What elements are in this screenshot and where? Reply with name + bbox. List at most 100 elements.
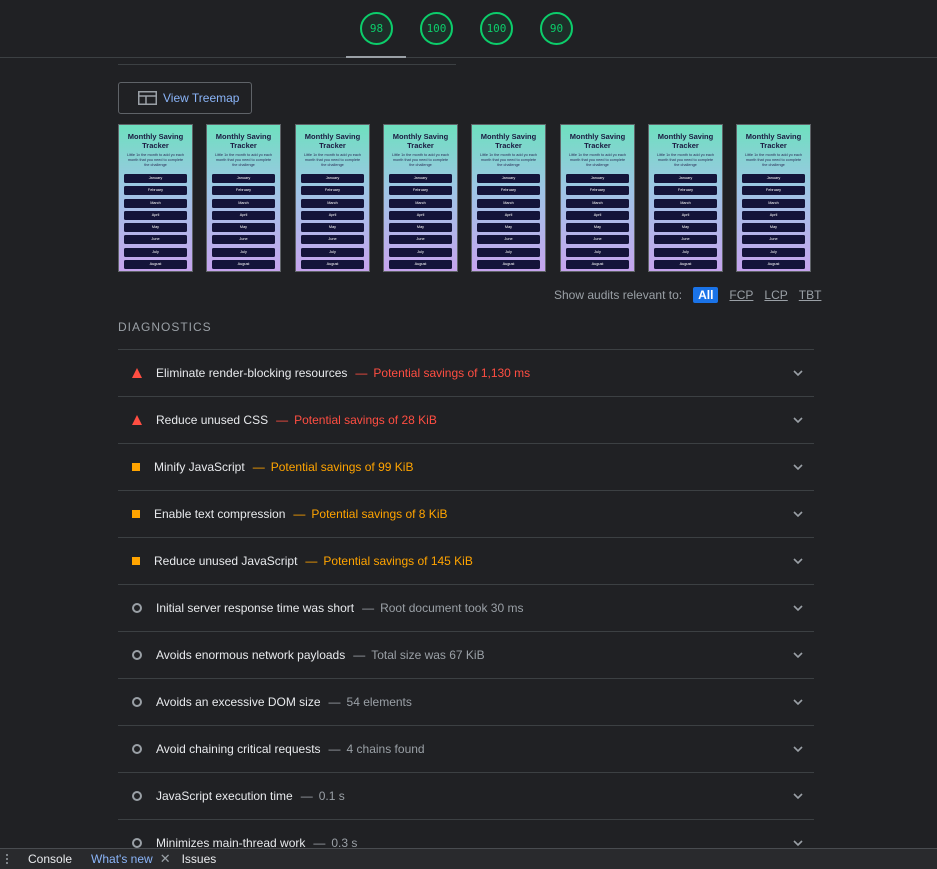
filmstrip-frame: Monthly Saving Tracker Little 1x the mont…: [206, 124, 281, 272]
audit-filter: Show audits relevant to: All FCP LCP TBT: [554, 287, 821, 303]
frame-title: Monthly Saving Tracker: [569, 132, 626, 150]
frame-month-button: May: [742, 223, 805, 233]
frame-month-button: January: [477, 174, 540, 183]
score-value: 100: [426, 22, 447, 35]
chevron-down-icon[interactable]: [792, 696, 804, 708]
audit-title: Initial server response time was short: [156, 601, 355, 615]
filmstrip-frame: Monthly Saving Tracker Little 1x the mont…: [118, 124, 193, 272]
audit-row[interactable]: Avoids an excessive DOM size — 54 elements: [118, 678, 814, 725]
audit-row[interactable]: Initial server response time was short — R…: [118, 584, 814, 631]
frame-month-list: January February March April May June July Augu…: [207, 174, 280, 270]
filter-chip-fcp[interactable]: FCP: [729, 287, 753, 303]
chevron-down-icon[interactable]: [792, 743, 804, 755]
frame-month-button: February: [212, 186, 275, 196]
audit-detail: Potential savings of 8 KiB: [311, 507, 448, 521]
divider: [118, 64, 456, 65]
audit-detail: Total size was 67 KiB: [371, 648, 485, 662]
frame-month-button: August: [212, 260, 275, 270]
frame-month-button: July: [212, 247, 275, 257]
frame-month-button: June: [212, 235, 275, 245]
audit-row[interactable]: Reduce unused JavaScript — Potential savin…: [118, 537, 814, 584]
frame-description: Little 1x the month to add yo each month…: [569, 153, 626, 167]
score-gauge-best-practices[interactable]: 100: [480, 12, 513, 45]
frame-description: Little 1x the month to add yo each month…: [304, 153, 361, 167]
frame-month-list: January February March April May June July Augu…: [384, 174, 457, 270]
chevron-down-icon[interactable]: [792, 602, 804, 614]
filmstrip-frame: Monthly Saving Tracker Little 1x the mont…: [736, 124, 811, 272]
filter-chip-all[interactable]: All: [693, 287, 719, 303]
tab-whats-new[interactable]: What's new: [91, 852, 153, 866]
frame-month-button: February: [654, 186, 717, 196]
audit-row[interactable]: Enable text compression — Potential saving…: [118, 490, 814, 537]
info-circle-icon: [118, 632, 156, 679]
frame-month-button: May: [124, 223, 187, 233]
audit-list: Eliminate render-blocking resources — Pote…: [118, 349, 814, 866]
average-square-icon: [118, 444, 154, 491]
frame-month-list: January February March April May June July Augu…: [472, 174, 545, 270]
audit-title: Avoids an excessive DOM size: [156, 695, 321, 709]
audit-row[interactable]: Minify JavaScript — Potential savings of 9…: [118, 443, 814, 490]
audit-separator: —: [276, 413, 289, 427]
audit-title: Minify JavaScript: [154, 460, 245, 474]
frame-month-button: May: [654, 223, 717, 233]
audit-row[interactable]: Reduce unused CSS — Potential savings of 2…: [118, 396, 814, 443]
frame-month-button: April: [301, 210, 364, 220]
audit-row[interactable]: Eliminate render-blocking resources — Pote…: [118, 349, 814, 396]
filter-label: Show audits relevant to:: [554, 288, 683, 302]
filter-chip-lcp[interactable]: LCP: [764, 287, 787, 303]
chevron-down-icon[interactable]: [792, 461, 804, 473]
chevron-down-icon[interactable]: [792, 555, 804, 567]
frame-month-button: February: [301, 186, 364, 196]
frame-month-button: May: [212, 223, 275, 233]
view-treemap-label: View Treemap: [163, 91, 240, 105]
score-value: 98: [369, 22, 384, 35]
frame-title: Monthly Saving Tracker: [127, 132, 184, 150]
frame-month-button: April: [389, 210, 452, 220]
chevron-down-icon[interactable]: [792, 790, 804, 802]
filmstrip-frame: Monthly Saving Tracker Little 1x the mont…: [560, 124, 635, 272]
chevron-down-icon[interactable]: [792, 414, 804, 426]
view-treemap-button[interactable]: View Treemap: [118, 82, 252, 114]
tab-console[interactable]: Console: [28, 852, 72, 866]
audit-row[interactable]: Avoid chaining critical requests — 4 chain…: [118, 725, 814, 772]
frame-title: Monthly Saving Tracker: [480, 132, 537, 150]
audit-title: JavaScript execution time: [156, 789, 293, 803]
audit-separator: —: [293, 507, 306, 521]
chevron-down-icon[interactable]: [792, 649, 804, 661]
audit-row[interactable]: Avoids enormous network payloads — Total s…: [118, 631, 814, 678]
frame-month-button: February: [389, 186, 452, 196]
more-options-icon[interactable]: [0, 853, 14, 865]
chevron-down-icon[interactable]: [792, 367, 804, 379]
frame-description: Little 1x the month to add yo each month…: [745, 153, 802, 167]
tab-issues[interactable]: Issues: [182, 852, 217, 866]
audit-row[interactable]: JavaScript execution time — 0.1 s: [118, 772, 814, 819]
audit-detail: 54 elements: [346, 695, 412, 709]
frame-month-button: June: [654, 235, 717, 245]
frame-month-list: January February March April May June July Augu…: [561, 174, 634, 270]
score-gauge-seo[interactable]: 90: [540, 12, 573, 45]
score-value: 100: [486, 22, 507, 35]
score-gauge-performance[interactable]: 98: [360, 12, 393, 45]
info-circle-icon: [118, 726, 156, 773]
frame-month-button: March: [477, 198, 540, 208]
filmstrip-frame: Monthly Saving Tracker Little 1x the mont…: [383, 124, 458, 272]
audit-detail: Root document took 30 ms: [380, 601, 524, 615]
frame-month-button: February: [566, 186, 629, 196]
close-icon[interactable]: ✕: [160, 851, 171, 867]
frame-title: Monthly Saving Tracker: [745, 132, 802, 150]
frame-month-list: January February March April May June July Augu…: [649, 174, 722, 270]
frame-month-button: May: [389, 223, 452, 233]
filter-chip-tbt[interactable]: TBT: [799, 287, 822, 303]
filmstrip-frame: Monthly Saving Tracker Little 1x the mont…: [471, 124, 546, 272]
fail-triangle-icon: [118, 397, 156, 444]
filmstrip-frame: Monthly Saving Tracker Little 1x the mont…: [648, 124, 723, 272]
frame-month-list: January February March April May June July Augu…: [296, 174, 369, 270]
score-gauge-accessibility[interactable]: 100: [420, 12, 453, 45]
info-circle-icon: [118, 773, 156, 820]
audit-separator: —: [362, 601, 375, 615]
frame-month-button: March: [212, 198, 275, 208]
frame-description: Little 1x the month to add yo each month…: [480, 153, 537, 167]
frame-month-button: May: [566, 223, 629, 233]
chevron-down-icon[interactable]: [792, 508, 804, 520]
frame-month-button: August: [477, 260, 540, 270]
